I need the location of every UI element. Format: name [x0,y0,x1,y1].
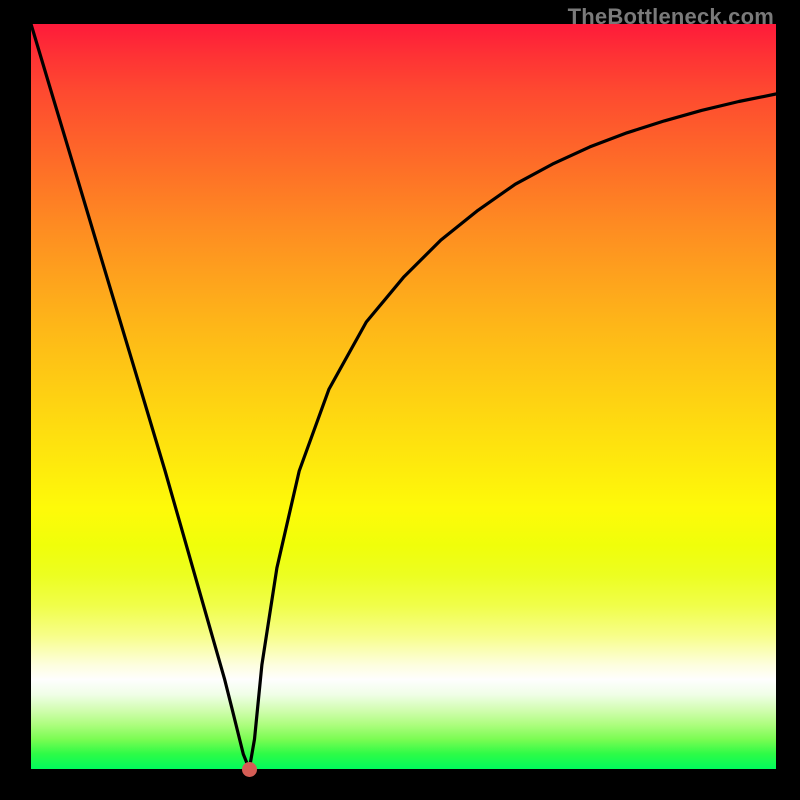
curve-path [31,24,776,769]
chart-frame: TheBottleneck.com [0,0,800,800]
bottleneck-curve [31,24,776,769]
watermark-text: TheBottleneck.com [568,4,774,30]
min-marker-dot [242,762,257,777]
plot-area [31,24,776,769]
